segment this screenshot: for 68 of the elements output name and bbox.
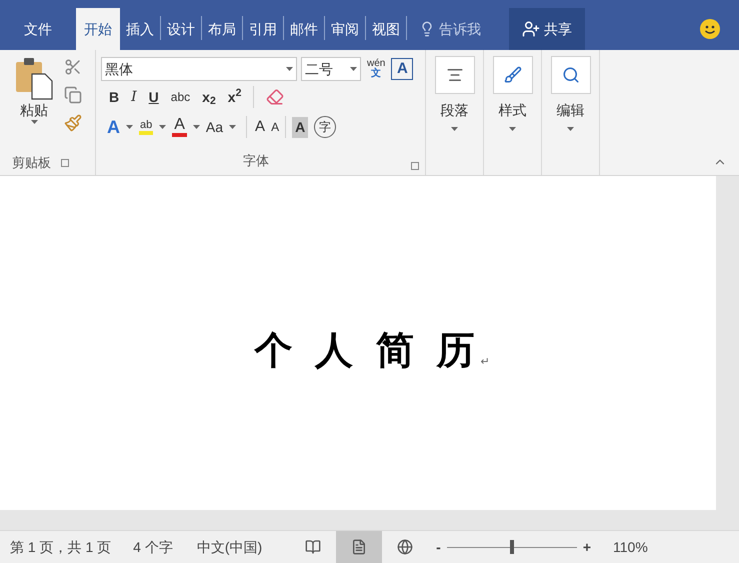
ribbon-tab[interactable]: 插入 [120, 8, 160, 50]
change-case-button[interactable]: Aa [206, 116, 224, 138]
book-icon [305, 539, 322, 555]
ribbon-tab[interactable]: 设计 [161, 8, 201, 50]
ribbon-tab[interactable]: 审阅 [325, 8, 365, 50]
enclose-characters-button[interactable]: 字 [314, 116, 336, 138]
caret-icon [30, 120, 38, 124]
paragraph-mark: ↵ [480, 354, 490, 370]
tell-me-button[interactable]: 告诉我 [419, 8, 481, 50]
ribbon-tab[interactable]: 引用 [243, 8, 283, 50]
dialog-launcher-icon[interactable] [411, 162, 419, 170]
globe-icon [397, 539, 414, 555]
ribbon-tab[interactable]: 开始 [76, 8, 120, 50]
caret-icon [509, 127, 516, 131]
group-label: 字体 [243, 152, 269, 170]
format-button[interactable]: I [131, 86, 137, 108]
paste-button[interactable]: 粘贴 [12, 56, 56, 151]
ribbon-tab[interactable]: 视图 [366, 8, 406, 50]
format-button[interactable]: U [148, 86, 159, 108]
group-label: 剪贴板 [12, 154, 51, 172]
user-plus-icon [522, 20, 540, 38]
copy-icon[interactable] [64, 86, 82, 104]
format-button[interactable]: x$_{2}$ [202, 86, 216, 108]
document-icon [351, 539, 368, 555]
word-count: 4 个字 [133, 538, 173, 556]
zoom-in-button[interactable]: + [582, 536, 592, 558]
smiley-icon[interactable] [699, 18, 721, 40]
format-button[interactable]: abc [170, 88, 190, 106]
caret-icon [451, 127, 458, 131]
search-icon [562, 66, 580, 84]
format-button[interactable]: B [109, 86, 120, 108]
brush-icon [504, 66, 522, 84]
document-title: 个 人 简 历 [254, 328, 480, 374]
zoom-slider-thumb[interactable] [510, 540, 514, 554]
language-status: 中文(中国) [196, 538, 262, 557]
dialog-launcher-icon[interactable] [61, 159, 69, 167]
character-border-button[interactable]: A [391, 58, 414, 80]
shrink-font-button[interactable]: A [271, 118, 280, 136]
format-button[interactable]: x$^{2}$ [228, 86, 242, 108]
text-effects-button[interactable]: A [107, 114, 120, 140]
caret-icon [192, 125, 200, 129]
phonetic-guide-button[interactable]: wén 文 [365, 59, 388, 79]
format-painter-icon[interactable] [64, 114, 82, 132]
ribbon-tab[interactable]: 布局 [202, 8, 242, 50]
print-layout-button[interactable] [336, 531, 382, 563]
caret-icon [229, 125, 236, 129]
caret-icon [350, 67, 357, 71]
ribbon-tab[interactable]: 邮件 [284, 8, 324, 50]
caret-icon [159, 125, 166, 129]
font-color-button[interactable]: A [172, 117, 187, 137]
share-button[interactable]: 共享 [509, 8, 585, 50]
font-size-field[interactable]: 二号 [301, 57, 361, 81]
zoom-percent: 110% [613, 538, 648, 556]
file-tab[interactable]: 文件 [0, 8, 76, 50]
eraser-icon[interactable] [266, 88, 284, 106]
align-center-icon [446, 66, 464, 84]
cut-icon[interactable] [64, 58, 82, 76]
font-name-field[interactable]: 黑体 [101, 57, 297, 81]
character-shading-button[interactable]: A [292, 116, 308, 138]
clipboard-icon [14, 56, 54, 100]
caret-icon [286, 67, 293, 71]
highlight-button[interactable]: ab [139, 119, 154, 135]
zoom-slider[interactable] [446, 540, 577, 554]
grow-font-button[interactable]: A [255, 116, 266, 138]
caret-icon [126, 125, 133, 129]
page-count: 第 1 页，共 1 页 [10, 538, 112, 556]
zoom-out-button[interactable]: - [436, 536, 441, 558]
caret-icon [567, 127, 574, 131]
